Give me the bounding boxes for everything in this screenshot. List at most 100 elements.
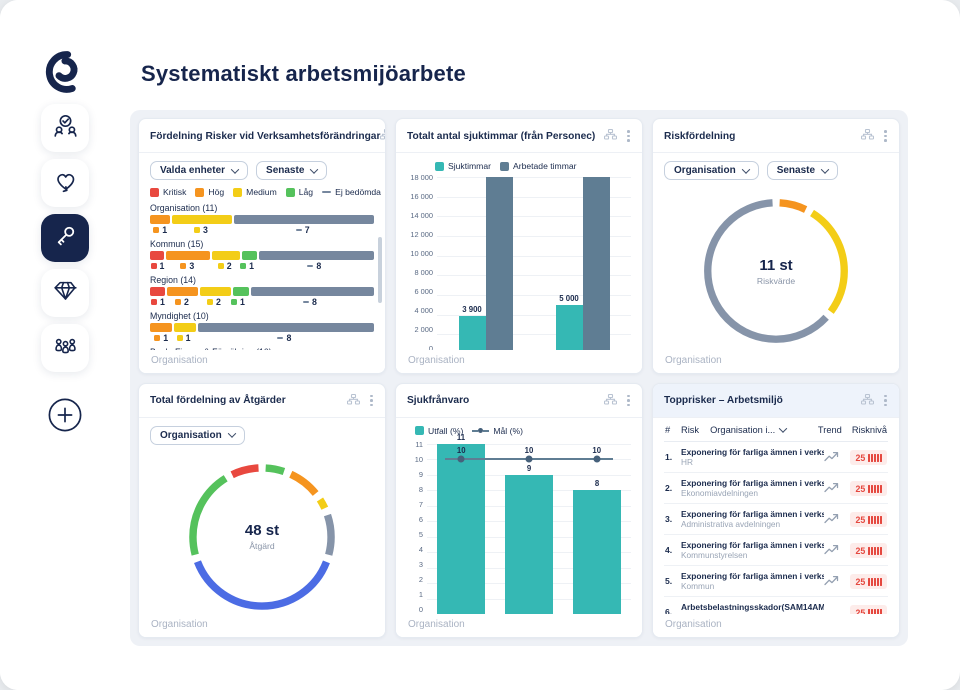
utfall-bar[interactable]: 11 (437, 444, 485, 615)
legend-color-chip (150, 188, 159, 197)
stacked-bar[interactable] (150, 251, 374, 260)
col-organisation-sort[interactable]: Organisation i... (710, 425, 786, 435)
bar-value: 3 (165, 261, 210, 271)
bar-value: 8 (255, 261, 374, 271)
bar-value: 2 (166, 297, 198, 307)
card-risk-distribution-changes: Fördelning Risker vid Verksamhetsförändr… (138, 118, 386, 374)
value-color-chip (240, 263, 246, 269)
utfall-bar[interactable]: 8 (573, 490, 621, 614)
stacked-bar-rows: Organisation (11)137Kommun (15)13218Regi… (150, 203, 374, 373)
org-hierarchy-icon[interactable] (604, 392, 617, 410)
bar-segment (212, 251, 241, 260)
goal-line-icon (472, 428, 489, 433)
bar-value: 8 (195, 333, 374, 343)
utfall-bar[interactable]: 9 (505, 475, 553, 615)
bar-segment (200, 287, 231, 296)
key-icon (52, 222, 79, 254)
risk-level-legend: KritiskHögMediumLågEj bedömda (150, 187, 374, 197)
dash-chip-icon (322, 191, 331, 193)
y-tick-label: 6 (419, 516, 423, 523)
value-text: 3 (203, 225, 208, 235)
bar-values: 12218 (150, 297, 374, 307)
legend-item-låg[interactable]: Låg (286, 187, 313, 197)
stacked-bar[interactable] (150, 323, 374, 332)
stacked-bar[interactable] (150, 287, 374, 296)
risk-level-badge: 25 (850, 574, 887, 589)
app-screen: Systematiskt arbetsmijöarbete Fördelning… (0, 0, 960, 690)
value-text: 1 (163, 333, 168, 343)
trend-cell (824, 575, 850, 586)
y-tick-label: 4 000 (415, 307, 434, 314)
sidebar-item-key[interactable] (41, 214, 89, 262)
org-hierarchy-icon[interactable] (380, 127, 386, 145)
row-number: 1. (665, 452, 681, 462)
bar-group: 5 000 (556, 177, 610, 354)
legend-item-sjuktimmar[interactable]: Sjuktimmar (435, 161, 491, 171)
y-tick-label: 11 (415, 441, 423, 448)
goal-marker (458, 456, 465, 463)
dash-chip-icon (296, 229, 302, 231)
risk-organisation: Administrativa avdelningen (681, 519, 824, 529)
legend-item-arbetade-timmar[interactable]: Arbetade timmar (500, 161, 577, 171)
bar-value: 2 (198, 297, 230, 307)
legend-item-kritisk[interactable]: Kritisk (150, 187, 186, 197)
risk-level-badge: 25 (850, 512, 887, 527)
kebab-menu-icon[interactable] (883, 394, 888, 407)
card-risk-donut: Riskfördelning OrganisationSenaste 11 st… (652, 118, 900, 374)
users-check-icon (52, 112, 79, 144)
table-row[interactable]: 1.Exponering för farliga ämnen i verksam… (664, 442, 888, 473)
stacked-bar[interactable] (150, 215, 374, 224)
sidebar-item-users-check[interactable] (41, 104, 89, 152)
bar-segment (233, 287, 248, 296)
org-hierarchy-icon[interactable] (861, 392, 874, 410)
table-row[interactable]: 5.Exponering för farliga ämnen i verksam… (664, 566, 888, 597)
table-row[interactable]: 3.Exponering för farliga ämnen i verksam… (664, 504, 888, 535)
kebab-menu-icon[interactable] (369, 394, 374, 407)
filter-dropdown-organisation[interactable]: Organisation (150, 426, 245, 445)
col-risk: Risk (681, 425, 699, 435)
legend-label: Ej bedömda (335, 187, 381, 197)
org-hierarchy-icon[interactable] (861, 127, 874, 145)
chevron-down-icon (779, 424, 787, 432)
sjuktimmar-bar[interactable]: 5 000 (556, 305, 583, 354)
y-tick-label: 2 000 (415, 326, 434, 333)
legend-item-hög[interactable]: Hög (195, 187, 224, 197)
donut-sublabel: Riskvärde (757, 276, 795, 286)
scrollbar-thumb[interactable] (378, 237, 382, 303)
kebab-menu-icon[interactable] (626, 394, 631, 407)
filter-dropdown-valda-enheter[interactable]: Valda enheter (150, 161, 248, 180)
table-row[interactable]: 2.Exponering för farliga ämnen i verksam… (664, 473, 888, 504)
value-color-chip (180, 263, 186, 269)
kebab-menu-icon[interactable] (626, 129, 631, 142)
risk-level-cell: 25 (850, 541, 887, 559)
value-color-chip (151, 299, 157, 305)
kebab-menu-icon[interactable] (883, 129, 888, 142)
org-hierarchy-icon[interactable] (604, 127, 617, 145)
bar-segment (167, 287, 198, 296)
filter-label: Valda enheter (160, 165, 225, 176)
value-color-chip (207, 299, 213, 305)
goal-line: 101010 (445, 458, 612, 460)
filter-dropdown-senaste[interactable]: Senaste (256, 161, 327, 180)
legend-item-ej-bedömda[interactable]: Ej bedömda (322, 187, 381, 197)
sidebar-item-heart[interactable] (41, 159, 89, 207)
sidebar-item-diamond[interactable] (41, 269, 89, 317)
sidebar-item-people[interactable] (41, 324, 89, 372)
table-row[interactable]: 4.Exponering för farliga ämnen i verksam… (664, 535, 888, 566)
value-text: 1 (160, 297, 165, 307)
arbetade-timmar-bar[interactable] (486, 177, 513, 354)
legend-color-chip (233, 188, 242, 197)
bar-segment (198, 323, 374, 332)
org-hierarchy-icon[interactable] (347, 392, 360, 410)
sidebar-add-button[interactable] (41, 393, 89, 441)
value-color-chip (153, 227, 159, 233)
card-footer-label: Organisation (653, 614, 899, 637)
arbetade-timmar-bar[interactable] (583, 177, 610, 354)
bar-value-label: 8 (595, 479, 599, 488)
filter-dropdown-organisation[interactable]: Organisation (664, 161, 759, 180)
sjuktimmar-bar[interactable]: 3 900 (459, 316, 486, 354)
value-text: 8 (316, 261, 321, 271)
legend-item-mål-[interactable]: Mål (%) (472, 426, 523, 436)
legend-item-medium[interactable]: Medium (233, 187, 277, 197)
filter-dropdown-senaste[interactable]: Senaste (767, 161, 838, 180)
